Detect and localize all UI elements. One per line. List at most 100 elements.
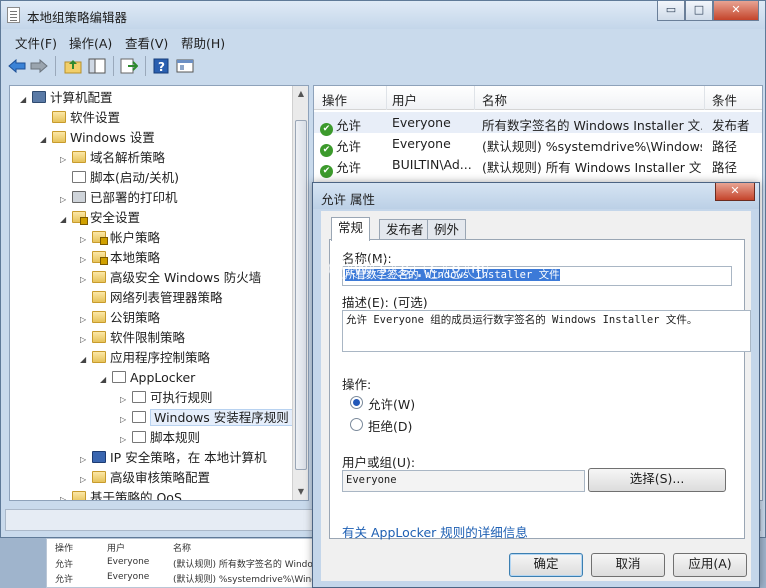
close-button[interactable]: ✕ xyxy=(713,1,759,21)
window-title: 本地组策略编辑器 xyxy=(27,10,128,25)
menu-bar: 文件(F) 操作(A) 查看(V) 帮助(H) xyxy=(5,31,761,51)
tab-general[interactable]: 常规 xyxy=(331,217,371,241)
tree-item-label: 脚本规则 xyxy=(150,430,201,445)
col-condition[interactable]: 条件 xyxy=(712,90,737,109)
menu-help[interactable]: 帮助(H) xyxy=(181,33,225,52)
scroll-down-arrow-icon[interactable]: ▼ xyxy=(293,484,308,500)
col-user[interactable]: 用户 xyxy=(392,90,417,109)
applocker-info-link[interactable]: 有关 AppLocker 规则的详细信息 xyxy=(342,522,528,541)
dialog-close-button[interactable]: ✕ xyxy=(715,183,755,201)
table-row[interactable]: ✔ 允许 Everyone 所有数字签名的 Windows Installer 文..… xyxy=(314,112,762,136)
up-folder-icon[interactable] xyxy=(63,56,83,76)
export-list-icon[interactable] xyxy=(119,56,139,76)
expand-arrow-icon[interactable]: ▷ xyxy=(60,150,72,170)
cancel-button[interactable]: 取消 xyxy=(591,553,665,577)
tree-item[interactable]: 软件设置 xyxy=(40,108,120,128)
expand-arrow-icon[interactable]: ▷ xyxy=(80,450,92,470)
folder-icon xyxy=(72,491,86,500)
tree-item-label: 网络列表管理器策略 xyxy=(110,290,223,305)
properties-icon[interactable] xyxy=(175,56,195,76)
expand-arrow-icon[interactable]: ▷ xyxy=(60,490,72,500)
apply-button[interactable]: 应用(A) xyxy=(673,553,747,577)
tree-item[interactable]: ◢ 计算机配置 xyxy=(20,88,113,108)
col-action[interactable]: 操作 xyxy=(322,90,347,109)
tab-publisher[interactable]: 发布者 xyxy=(379,219,431,240)
tree-item[interactable]: ▷ Windows 安装程序规则 xyxy=(120,408,293,428)
expand-arrow-icon[interactable]: ▷ xyxy=(60,190,72,210)
console-tree[interactable]: ◢ 计算机配置 软件设置 ◢ Windows 设置 ▷ 域名解析策略 脚本(启动/关机) ▷ 已部… xyxy=(9,85,309,501)
tree-item[interactable]: ◢ 应用程序控制策略 xyxy=(80,348,210,368)
cell-condition: 路径 xyxy=(712,139,738,154)
expand-arrow-icon[interactable]: ◢ xyxy=(20,90,32,110)
forward-arrow-icon[interactable] xyxy=(29,56,49,76)
show-hide-tree-icon[interactable] xyxy=(87,56,107,76)
cell-condition: 路径 xyxy=(712,160,738,175)
scroll-thumb[interactable] xyxy=(295,120,307,470)
tree-item[interactable]: ▷ 帐户策略 xyxy=(80,228,160,248)
tree-item-label: 已部署的打印机 xyxy=(90,190,178,205)
dialog-title: 允许 属性 xyxy=(321,192,375,207)
table-row[interactable]: ✔ 允许 Everyone (默认规则) %systemdrive%\Windows.… xyxy=(314,133,762,157)
tree-item[interactable]: ▷ 脚本规则 xyxy=(120,428,200,448)
tree-item-label: 软件限制策略 xyxy=(110,330,186,345)
scroll-up-arrow-icon[interactable]: ▲ xyxy=(293,86,308,102)
tree-item[interactable]: 脚本(启动/关机) xyxy=(60,168,179,188)
minimize-button[interactable]: ▭ xyxy=(657,1,685,21)
back-arrow-icon[interactable] xyxy=(7,56,27,76)
tree-item[interactable]: ◢ Windows 设置 xyxy=(40,128,155,148)
tree-item[interactable]: ▷ IP 安全策略，在 本地计算机 xyxy=(80,448,267,468)
deny-radio[interactable] xyxy=(350,418,363,431)
expand-arrow-icon[interactable]: ▷ xyxy=(120,410,132,430)
menu-file[interactable]: 文件(F) xyxy=(15,33,57,52)
tree-item[interactable]: ▷ 高级审核策略配置 xyxy=(80,468,210,488)
maximize-button[interactable]: □ xyxy=(685,1,713,21)
menu-action[interactable]: 操作(A) xyxy=(69,33,112,52)
tree-item[interactable]: ▷ 可执行规则 xyxy=(120,388,213,408)
peek-cell-action: 允许 xyxy=(55,560,74,570)
tree-item[interactable]: ▷ 域名解析策略 xyxy=(60,148,165,168)
tree-item[interactable]: ▷ 软件限制策略 xyxy=(80,328,185,348)
tree-item[interactable]: ▷ 公钥策略 xyxy=(80,308,160,328)
select-user-button[interactable]: 选择(S)... xyxy=(588,468,726,492)
expand-arrow-icon[interactable]: ▷ xyxy=(120,430,132,450)
gpedit-app-icon xyxy=(7,7,20,23)
expand-arrow-icon[interactable]: ▷ xyxy=(80,230,92,250)
tree-item[interactable]: ▷ 已部署的打印机 xyxy=(60,188,178,208)
deny-label[interactable]: 拒绝(D) xyxy=(368,416,412,435)
expand-arrow-icon[interactable]: ◢ xyxy=(100,370,112,390)
lockfolder-icon xyxy=(92,251,108,265)
tree-item[interactable]: ▷ 基于策略的 QoS xyxy=(60,488,182,500)
tab-exceptions[interactable]: 例外 xyxy=(427,219,467,240)
table-row[interactable]: ✔ 允许 BUILTIN\Ad... (默认规则) 所有 Windows Instal… xyxy=(314,154,762,178)
expand-arrow-icon[interactable]: ▷ xyxy=(80,310,92,330)
allow-label[interactable]: 允许(W) xyxy=(368,394,415,413)
expand-arrow-icon[interactable]: ▷ xyxy=(80,330,92,350)
tree-item[interactable]: ◢ AppLocker xyxy=(100,368,195,388)
tree-item[interactable]: ◢ 安全设置 xyxy=(60,208,140,228)
description-field[interactable]: 允许 Everyone 组的成员运行数字签名的 Windows Installe… xyxy=(342,310,751,352)
expand-arrow-icon[interactable]: ◢ xyxy=(40,130,52,150)
properties-dialog: 允许 属性 ✕ 常规 发布者 例外 名称(M): 所有数字签名的 Windows… xyxy=(312,182,760,588)
tree-item[interactable]: 网络列表管理器策略 xyxy=(80,288,223,308)
cell-name: (默认规则) %systemdrive%\Windows... xyxy=(482,139,702,154)
cell-action: ✔ 允许 xyxy=(320,157,384,178)
folder-icon xyxy=(92,291,106,303)
menu-view[interactable]: 查看(V) xyxy=(125,33,168,52)
cell-name: (默认规则) 所有 Windows Installer 文... xyxy=(482,160,702,175)
help-icon[interactable]: ? xyxy=(151,56,171,76)
expand-arrow-icon[interactable]: ◢ xyxy=(60,210,72,230)
expand-arrow-icon[interactable]: ▷ xyxy=(80,470,92,490)
cell-user: BUILTIN\Ad... xyxy=(392,157,472,172)
expand-arrow-icon[interactable]: ▷ xyxy=(120,390,132,410)
expand-arrow-icon[interactable]: ▷ xyxy=(80,250,92,270)
tree-item[interactable]: ▷ 本地策略 xyxy=(80,248,160,268)
tree-scrollbar[interactable]: ▲ ▼ xyxy=(292,86,308,500)
tree-item[interactable]: ▷ 高级安全 Windows 防火墙 xyxy=(80,268,261,288)
peek-col-name: 名称 xyxy=(173,544,192,554)
col-name[interactable]: 名称 xyxy=(482,90,507,109)
expand-arrow-icon[interactable]: ▷ xyxy=(80,270,92,290)
expand-arrow-icon[interactable]: ◢ xyxy=(80,350,92,370)
ok-button[interactable]: 确定 xyxy=(509,553,583,577)
allow-radio[interactable] xyxy=(350,396,363,409)
tree-item-label: IP 安全策略，在 本地计算机 xyxy=(110,450,267,465)
